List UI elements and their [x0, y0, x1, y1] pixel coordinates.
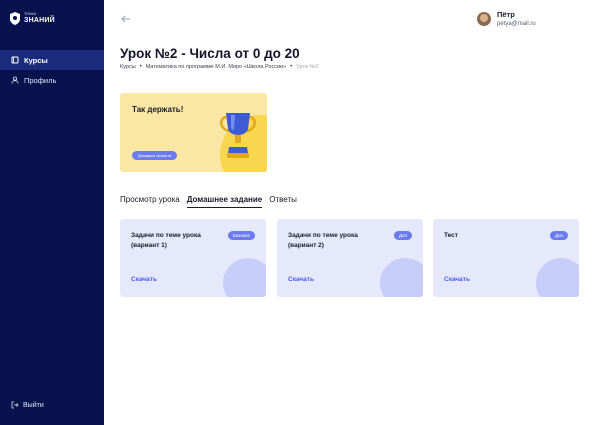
- breadcrumb-separator: •: [290, 64, 293, 70]
- book-icon: [11, 56, 19, 64]
- user-name: Пётр: [497, 10, 515, 19]
- sidebar: ТОЧКА ЗНАНИЙ Курсы Профиль Выйти: [0, 0, 104, 425]
- homework-card[interactable]: Тест Доп Скачать: [433, 219, 579, 297]
- page-title: Урок №2 - Числа от 0 до 20: [120, 46, 300, 61]
- logout-button[interactable]: Выйти: [11, 401, 44, 409]
- card-title: Задачи по теме урока (вариант 2): [288, 232, 358, 249]
- tab-answers[interactable]: Ответы: [269, 195, 297, 208]
- logo-line1: ТОЧКА: [24, 11, 37, 16]
- trophy-icon: [220, 113, 256, 158]
- card-badge: Базовое: [227, 231, 255, 240]
- logout-icon: [11, 401, 19, 409]
- shield-logo-icon: [10, 12, 20, 25]
- breadcrumb-courses[interactable]: Курсы: [120, 64, 136, 70]
- breadcrumb: Курсы • Математика по программе М.И. Мор…: [120, 64, 319, 70]
- logout-label: Выйти: [23, 401, 44, 409]
- logo-line2: ЗНАНИЙ: [24, 17, 55, 25]
- download-link[interactable]: Скачать: [131, 276, 157, 283]
- banner-title: Так держать!: [132, 105, 184, 114]
- sidebar-item-courses[interactable]: Курсы: [0, 50, 104, 70]
- sidebar-item-profile[interactable]: Профиль: [0, 70, 104, 90]
- tab-lesson-view[interactable]: Просмотр урока: [120, 195, 180, 208]
- card-decoration: [536, 258, 579, 297]
- avatar: [477, 11, 491, 26]
- breadcrumb-separator: •: [139, 64, 142, 70]
- homework-card[interactable]: Задачи по теме урока (вариант 1) Базовое…: [120, 219, 266, 297]
- card-title: Тест: [444, 232, 458, 239]
- back-arrow-icon[interactable]: [120, 13, 132, 25]
- card-badge: Доп: [549, 231, 568, 240]
- breadcrumb-current: Урок №2: [296, 64, 319, 70]
- download-link[interactable]: Скачать: [288, 276, 314, 283]
- card-title: Задачи по теме урока (вариант 1): [131, 232, 201, 249]
- card-badge: Доп: [393, 231, 412, 240]
- homework-accepted-button[interactable]: Домашка принята: [132, 151, 178, 160]
- homework-card[interactable]: Задачи по теме урока (вариант 2) Доп Ска…: [277, 219, 423, 297]
- lesson-tabs: Просмотр урока Домашнее задание Ответы: [120, 195, 297, 208]
- user-menu[interactable]: Пётр petya@mail.ru: [477, 10, 536, 27]
- sidebar-item-label: Курсы: [24, 55, 48, 65]
- sidebar-item-label: Профиль: [24, 75, 57, 85]
- download-link[interactable]: Скачать: [444, 276, 470, 283]
- tab-homework[interactable]: Домашнее задание: [186, 195, 263, 208]
- logo[interactable]: ТОЧКА ЗНАНИЙ: [10, 12, 55, 25]
- card-decoration: [223, 258, 266, 297]
- user-email: petya@mail.ru: [497, 21, 536, 27]
- card-decoration: [380, 258, 423, 297]
- user-icon: [11, 76, 19, 84]
- breadcrumb-course[interactable]: Математика по программе М.И. Моро «Школа…: [146, 64, 286, 70]
